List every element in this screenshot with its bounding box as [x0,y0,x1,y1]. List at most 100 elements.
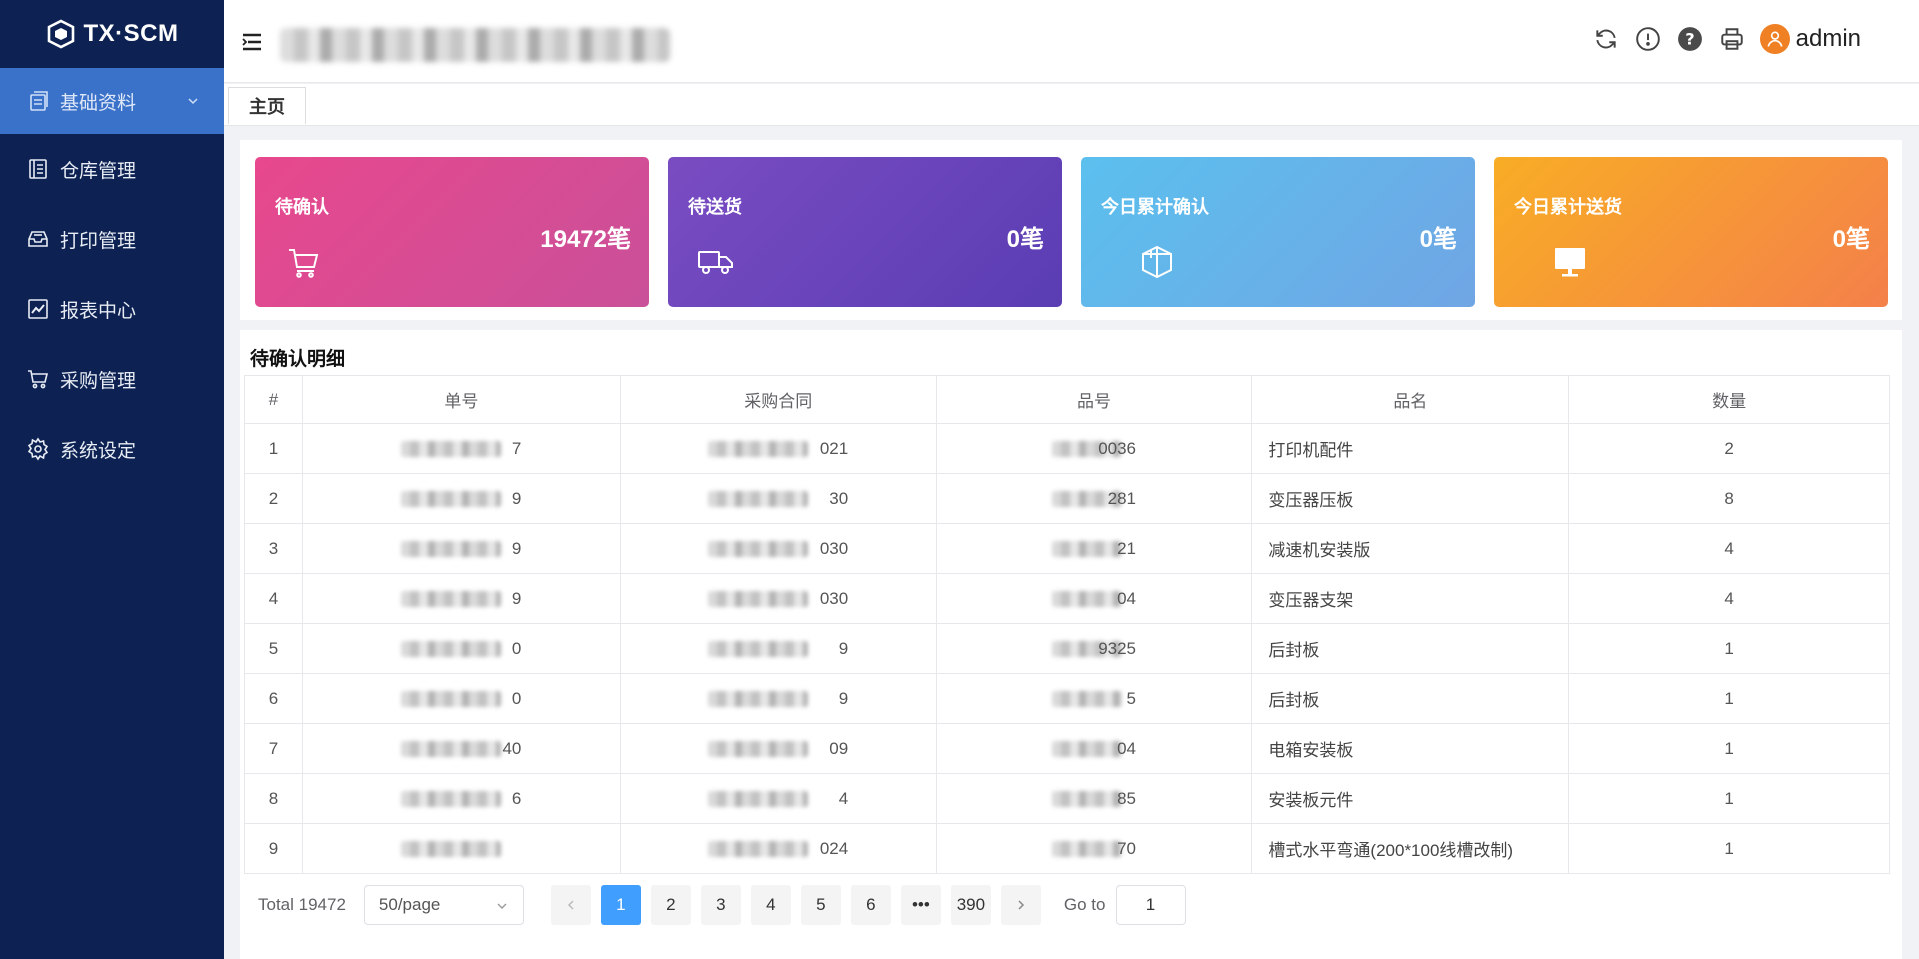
table-row[interactable]: 9 024 70 槽式水平弯通(200*100线槽改制) 1 [244,823,1890,874]
card-title: 今日累计确认 [1101,197,1209,217]
redacted-title [280,28,670,62]
page-button[interactable]: 6 [850,885,891,925]
stat-card-today-confirmed[interactable]: 今日累计确认 0笔 [1081,157,1475,307]
refresh-icon[interactable] [1592,25,1620,53]
redacted-value: 04 [1052,739,1136,759]
row-index: 5 [244,623,303,674]
page-button[interactable]: 3 [700,885,741,925]
item-no-visible-digits: 70 [1117,838,1137,858]
redacted-value: 85 [1052,789,1136,809]
table-row[interactable]: 5 0 9 9325 后封板 1 [244,623,1890,674]
contract-visible-digits: 9 [838,688,849,708]
redacted-value: 024 [708,839,848,859]
contract-visible-digits: 021 [819,438,849,458]
card-value: 0笔 [1419,226,1457,253]
stat-card-pending-delivery[interactable]: 待送货 0笔 [668,157,1062,307]
page-button[interactable]: 1 [600,885,641,925]
sidebar-item-basic-data[interactable]: 基础资料 [0,68,224,134]
item-no-cell: 70 [935,823,1253,874]
row-index: 2 [244,473,303,524]
order-no-visible-digits: 40 [502,738,522,758]
prev-page-button[interactable] [550,885,591,925]
alert-circle-icon[interactable] [1634,25,1662,53]
order-no-cell: 40 [301,723,621,774]
username[interactable]: admin [1796,25,1861,53]
logo[interactable]: TX·SCM [0,0,224,68]
redacted-value: 9 [401,589,521,609]
contract-visible-digits: 9 [838,638,849,658]
order-no-visible-digits: 7 [511,438,522,458]
order-no-cell: 9 [301,523,621,574]
item-name-cell: 打印机配件 [1251,423,1570,474]
page-button[interactable]: 5 [800,885,841,925]
col-header-contract[interactable]: 采购合同 [619,375,937,424]
item-no-cell: 5 [935,673,1253,724]
sidebar-item-label: 系统设定 [60,440,137,462]
redacted-value [401,839,521,859]
item-no-cell: 04 [935,573,1253,624]
section-title: 待确认明细 [250,349,346,370]
quantity-cell: 2 [1568,423,1890,474]
sidebar-item-reports[interactable]: 报表中心 [0,274,224,344]
sidebar-item-warehouse[interactable]: 仓库管理 [0,134,224,204]
stat-card-today-delivered[interactable]: 今日累计送货 0笔 [1494,157,1888,307]
redacted-value: 9 [401,489,521,509]
col-header-index[interactable]: # [244,375,303,424]
goto-page: Go to 1 [1064,885,1186,925]
redacted-value: 0036 [1052,439,1136,459]
pagination: Total 19472 50/page 1 2 3 4 5 6 ••• 390 Go to 1 [258,885,1186,925]
col-header-item-no[interactable]: 品号 [935,375,1253,424]
card-title: 今日累计送货 [1514,197,1622,217]
more-pages-button[interactable]: ••• [900,885,941,925]
chevron-left-icon [567,900,574,910]
row-index: 1 [244,423,303,474]
stat-card-pending-confirm[interactable]: 待确认 19472笔 [255,157,649,307]
redacted-value: 09 [708,739,848,759]
contract-cell: 9 [619,673,937,724]
table-row[interactable]: 1 7 021 0036 打印机配件 2 [244,423,1890,474]
sidebar-item-purchasing[interactable]: 采购管理 [0,344,224,414]
chevron-down-icon [497,903,507,909]
item-name-cell: 变压器支架 [1251,573,1570,624]
table-row[interactable]: 3 9 030 21 减速机安装版 4 [244,523,1890,574]
table-row[interactable]: 8 6 4 85 安装板元件 1 [244,773,1890,824]
item-no-visible-digits: 281 [1107,488,1137,508]
hamburger-menu-icon[interactable] [240,30,264,54]
tab-home[interactable]: 主页 [228,87,306,124]
table-row[interactable]: 6 0 9 5 后封板 1 [244,673,1890,724]
sidebar-item-print[interactable]: 打印管理 [0,204,224,274]
page-button[interactable]: 390 [950,885,991,925]
page-button[interactable]: 4 [750,885,791,925]
page-number-list: 1 2 3 4 5 6 ••• 390 [596,885,996,925]
contract-cell: 4 [619,773,937,824]
item-no-visible-digits: 85 [1117,788,1137,808]
goto-page-input[interactable]: 1 [1115,885,1186,925]
printer-icon[interactable] [1718,25,1746,53]
goto-label: Go to [1063,895,1106,914]
help-circle-icon[interactable]: ? [1676,25,1704,53]
chevron-right-icon [1018,900,1024,910]
row-index: 3 [244,523,303,574]
contract-cell: 30 [619,473,937,524]
quantity-cell: 1 [1568,823,1890,874]
row-index: 7 [244,723,303,774]
col-header-quantity[interactable]: 数量 [1568,375,1890,424]
document-list-icon [26,89,50,113]
order-no-visible-digits: 9 [511,538,522,558]
col-header-order-no[interactable]: 单号 [301,375,621,424]
table-row[interactable]: 2 9 30 281 变压器压板 8 [244,473,1890,524]
user-avatar-icon[interactable] [1759,24,1790,54]
page-button[interactable]: 2 [650,885,691,925]
col-header-item-name[interactable]: 品名 [1251,375,1570,424]
stat-cards: 待确认 19472笔 待送货 0笔 今日累计确认 0笔 今日累计送货 0笔 [240,140,1902,320]
top-header: ? admin [224,0,1919,83]
sidebar-item-settings[interactable]: 系统设定 [0,414,224,484]
cart-icon [283,241,323,281]
contract-visible-digits: 30 [829,488,849,508]
next-page-button[interactable] [1000,885,1041,925]
table-row[interactable]: 4 9 030 04 变压器支架 4 [244,573,1890,624]
table-row[interactable]: 7 40 09 04 电箱安装板 1 [244,723,1890,774]
redacted-value: 6 [401,789,521,809]
item-no-cell: 281 [935,473,1253,524]
page-size-select[interactable]: 50/page [363,885,524,925]
